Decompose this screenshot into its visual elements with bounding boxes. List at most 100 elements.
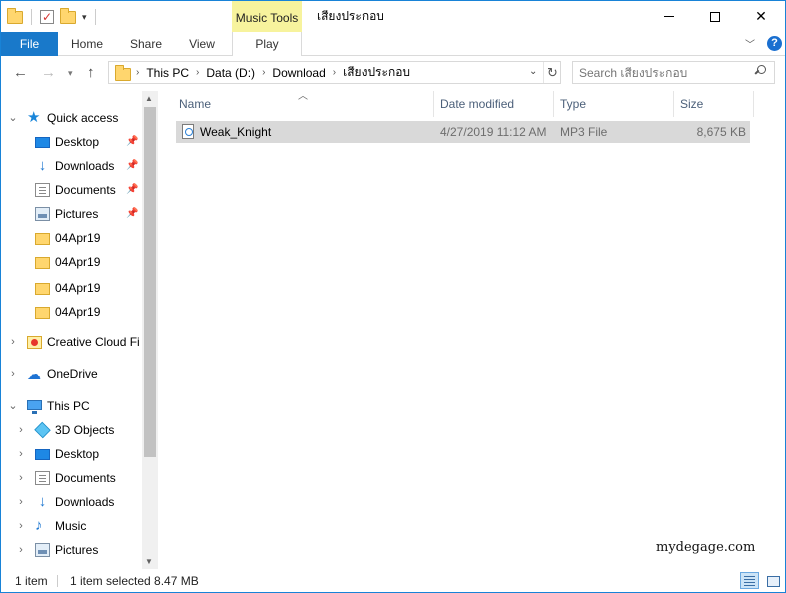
folder-icon — [115, 65, 131, 81]
minimize-icon — [664, 16, 674, 17]
recent-locations-chevron-icon[interactable]: ▾ — [68, 68, 73, 79]
breadcrumb-download[interactable]: Download — [272, 66, 325, 80]
nav-quick-access[interactable]: ⌄ ★ Quick access — [1, 107, 141, 129]
back-arrow-icon[interactable]: ← — [13, 64, 28, 81]
nav-pc-desktop[interactable]: › Desktop — [1, 443, 141, 465]
column-header-name[interactable]: Name — [174, 91, 434, 117]
nav-qa-folder[interactable]: 04Apr19 — [1, 227, 141, 249]
column-header-size[interactable]: Size — [675, 91, 754, 117]
collapse-chevron-icon[interactable]: ⌄ — [7, 395, 19, 417]
onedrive-icon: ☁ — [27, 366, 41, 382]
nav-this-pc[interactable]: ⌄ This PC — [1, 395, 141, 417]
large-icons-view-icon[interactable] — [763, 572, 782, 589]
file-date-modified: 4/27/2019 11:12 AM — [440, 125, 547, 139]
expand-chevron-icon[interactable]: › — [7, 331, 19, 353]
expand-chevron-icon[interactable]: › — [15, 491, 27, 513]
title-bar: ✓ ▾ Music Tools เสียงประกอบ ✕ — [1, 1, 785, 32]
nav-qa-folder[interactable]: 04Apr19 — [1, 301, 141, 323]
navigation-pane: ⌄ ★ Quick access Desktop 📌 ↓ Downloads 📌… — [1, 91, 158, 569]
maximize-button[interactable] — [692, 1, 738, 32]
folder-icon — [35, 257, 50, 269]
search-icon[interactable] — [754, 65, 766, 77]
properties-icon[interactable]: ✓ — [40, 10, 54, 24]
tab-share[interactable]: Share — [123, 32, 169, 56]
close-button[interactable]: ✕ — [738, 1, 784, 32]
nav-label: Pictures — [55, 207, 99, 221]
new-folder-icon[interactable] — [60, 7, 76, 24]
file-type: MP3 File — [560, 125, 608, 139]
3d-objects-icon — [34, 421, 51, 439]
status-bar: 1 item 1 item selected 8.47 MB — [1, 569, 785, 592]
minimize-button[interactable] — [646, 1, 692, 32]
file-row[interactable]: Weak_Knight 4/27/2019 11:12 AM MP3 File … — [176, 121, 750, 143]
nav-label: Desktop — [55, 135, 100, 149]
nav-onedrive[interactable]: › ☁ OneDrive — [1, 363, 141, 385]
quick-access-toolbar: ✓ ▾ — [7, 7, 98, 27]
expand-chevron-icon[interactable]: › — [15, 539, 27, 561]
expand-chevron-icon[interactable]: › — [15, 515, 27, 537]
details-view-icon[interactable] — [740, 572, 759, 589]
tab-play[interactable]: Play — [232, 32, 302, 57]
tab-file[interactable]: File — [1, 32, 58, 56]
breadcrumb-this-pc[interactable]: This PC — [146, 66, 189, 80]
expand-chevron-icon[interactable]: › — [15, 419, 27, 441]
scroll-up-icon[interactable]: ▲ — [145, 94, 153, 103]
breadcrumb-chevron-icon[interactable]: › — [196, 67, 199, 78]
nav-pc-music[interactable]: › ♪ Music — [1, 515, 141, 537]
nav-qa-downloads[interactable]: ↓ Downloads 📌 — [1, 155, 141, 177]
nav-label: 3D Objects — [55, 423, 115, 437]
breadcrumb-chevron-icon[interactable]: › — [262, 67, 265, 78]
expand-chevron-icon[interactable]: › — [7, 363, 19, 385]
computer-icon — [27, 400, 42, 414]
breadcrumb-chevron-icon[interactable]: › — [333, 67, 336, 78]
search-box[interactable] — [572, 61, 775, 84]
breadcrumb-data-drive[interactable]: Data (D:) — [206, 66, 255, 80]
nav-pc-downloads[interactable]: › ↓ Downloads — [1, 491, 141, 513]
up-arrow-icon[interactable]: ↑ — [87, 64, 95, 81]
nav-label: Documents — [55, 471, 116, 485]
help-icon[interactable]: ? — [767, 36, 782, 51]
forward-arrow-icon[interactable]: → — [41, 64, 56, 81]
customize-toolbar-chevron-icon[interactable]: ▾ — [82, 12, 87, 23]
ribbon-tabs: File Home Share View Play ﹀ ? — [1, 32, 785, 57]
nav-creative-cloud[interactable]: › Creative Cloud Fil — [1, 331, 141, 353]
item-count: 1 item — [15, 574, 48, 588]
breadcrumb-chevron-icon[interactable]: › — [136, 67, 139, 78]
document-icon — [35, 471, 50, 485]
pin-icon: 📌 — [126, 184, 139, 195]
tab-home[interactable]: Home — [63, 32, 111, 56]
document-icon — [35, 183, 50, 197]
creative-cloud-icon — [27, 336, 42, 349]
address-history-chevron-icon[interactable]: ⌄ — [529, 66, 537, 77]
watermark: mydegage.com — [656, 540, 756, 555]
nav-qa-folder[interactable]: 04Apr19 — [1, 251, 141, 273]
expand-chevron-icon[interactable]: › — [15, 443, 27, 465]
nav-pc-3d-objects[interactable]: › 3D Objects — [1, 419, 141, 441]
breadcrumb-current-folder[interactable]: เสียงประกอบ — [343, 63, 410, 82]
refresh-icon[interactable]: ↻ — [543, 62, 561, 83]
address-bar[interactable]: › This PC › Data (D:) › Download › เสียง… — [108, 61, 561, 84]
maximize-icon — [710, 11, 720, 22]
nav-qa-folder[interactable]: 04Apr19 — [1, 277, 141, 299]
column-header-date-modified[interactable]: Date modified — [435, 91, 554, 117]
nav-qa-desktop[interactable]: Desktop 📌 — [1, 131, 141, 153]
nav-qa-pictures[interactable]: Pictures 📌 — [1, 203, 141, 225]
expand-ribbon-chevron-icon[interactable]: ﹀ — [745, 36, 755, 51]
scrollbar-thumb[interactable] — [144, 107, 156, 457]
nav-label: Quick access — [47, 111, 119, 125]
pin-icon: 📌 — [126, 160, 139, 171]
expand-chevron-icon[interactable]: › — [15, 467, 27, 489]
scroll-down-icon[interactable]: ▼ — [145, 557, 153, 566]
nav-pc-pictures[interactable]: › Pictures — [1, 539, 141, 561]
collapse-chevron-icon[interactable]: ⌄ — [7, 107, 19, 129]
nav-pc-documents[interactable]: › Documents — [1, 467, 141, 489]
column-header-type[interactable]: Type — [555, 91, 674, 117]
nav-scrollbar[interactable]: ▲ ▼ — [142, 91, 158, 569]
star-icon: ★ — [27, 109, 41, 126]
nav-qa-documents[interactable]: Documents 📌 — [1, 179, 141, 201]
search-input[interactable] — [579, 65, 749, 80]
nav-label: 04Apr19 — [55, 231, 101, 245]
tab-view[interactable]: View — [181, 32, 223, 56]
pictures-icon — [35, 207, 50, 221]
file-name: Weak_Knight — [200, 125, 272, 139]
